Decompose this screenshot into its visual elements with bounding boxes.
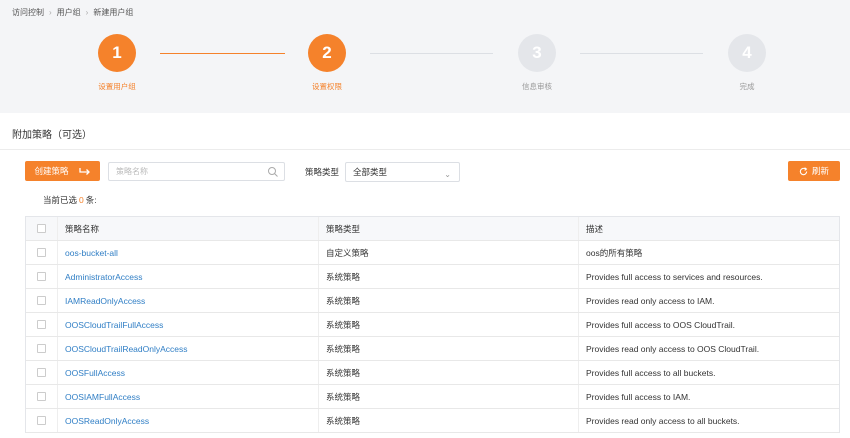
policy-name-link[interactable]: OOSCloudTrailReadOnlyAccess [58,337,319,360]
chevron-right-icon: › [85,8,89,17]
policy-type-select[interactable]: 全部类型 ⌄ [345,162,460,182]
step-2: 2 设置权限 [287,34,367,92]
policy-desc: Provides full access to OOS CloudTrail. [586,319,735,330]
table-row[interactable]: OOSFullAccess 系统策略 Provides full access … [26,361,839,385]
policy-name-link[interactable]: OOSReadOnlyAccess [58,409,319,432]
policy-type-value: 全部类型 [353,167,388,177]
policy-name-link[interactable]: oos-bucket-all [58,241,319,264]
attach-policy-panel: 附加策略（可选） 创建策略 策略类型 全部类型 ⌄ 刷新 当前已选0条: 策略名… [0,113,850,438]
step-number: 4 [728,34,766,72]
row-check-cell [26,265,58,288]
row-check-cell [26,241,58,264]
create-policy-button[interactable]: 创建策略 [25,161,100,181]
create-policy-label: 创建策略 [34,166,69,176]
policy-type: 系统策略 [319,385,579,408]
step-label: 设置权限 [312,82,342,91]
column-header-name: 策略名称 [58,217,319,240]
select-all-cell [26,217,58,240]
breadcrumb-item-user-groups[interactable]: 用户组 [57,7,81,18]
column-header-desc: 描述 [586,223,604,234]
policy-desc: Provides full access to services and res… [586,271,763,282]
policy-type: 系统策略 [319,313,579,336]
step-label: 完成 [739,82,755,91]
chevron-right-icon: › [49,8,52,17]
selected-count-info: 当前已选 0 条: [43,194,97,206]
refresh-label: 刷新 [811,166,829,176]
policy-desc: Provides full access to IAM. [586,391,691,402]
row-checkbox[interactable] [37,392,46,401]
policy-type: 系统策略 [319,337,579,360]
policy-desc: Provides read only access to IAM. [586,295,715,306]
policy-type: 系统策略 [319,289,579,312]
table-row[interactable]: OOSIAMFullAccess 系统策略 Provides full acce… [26,385,839,409]
step-number: 2 [308,34,346,72]
row-check-cell [26,313,58,336]
row-check-cell [26,289,58,312]
breadcrumb-item-new-user-group: 新建用户组 [93,8,134,17]
row-check-cell [26,409,58,432]
select-all-checkbox[interactable] [37,224,46,233]
row-check-cell [26,361,58,384]
selected-count: 0 [79,195,84,205]
step-connector [370,53,493,54]
policy-type: 系统策略 [319,265,579,288]
policy-desc: Provides read only access to all buckets… [586,415,740,426]
policy-type-label: 策略类型 [305,167,340,177]
row-checkbox[interactable] [37,344,46,353]
table-row[interactable]: IAMReadOnlyAccess 系统策略 Provides read onl… [26,289,839,313]
panel-title: 附加策略（可选） [12,130,92,141]
chevron-down-icon: ⌄ [444,170,451,179]
breadcrumb-item-access-control[interactable]: 访问控制 [12,7,44,18]
policy-desc: Provides full access to all buckets. [586,367,716,378]
policy-type: 系统策略 [319,361,579,384]
table-row[interactable]: AdministratorAccess 系统策略 Provides full a… [26,265,839,289]
policy-search-input[interactable] [109,163,259,180]
divider [0,149,850,150]
step-label: 设置用户组 [98,82,136,91]
row-checkbox[interactable] [37,320,46,329]
step-connector [160,53,285,54]
column-header-type: 策略类型 [319,217,579,240]
step-connector [580,53,703,54]
step-number: 3 [518,34,556,72]
policy-type: 系统策略 [319,409,579,432]
breadcrumb: 访问控制 › 用户组 › 新建用户组 [12,7,133,18]
policy-search [108,162,285,181]
row-checkbox[interactable] [37,248,46,257]
search-icon[interactable] [267,166,279,178]
step-3: 3 信息审核 [497,34,577,92]
row-checkbox[interactable] [37,272,46,281]
row-check-cell [26,385,58,408]
policy-name-link[interactable]: OOSCloudTrailFullAccess [58,313,319,336]
refresh-icon [799,166,808,175]
step-label: 信息审核 [522,82,552,91]
step-4: 4 完成 [707,34,787,92]
row-checkbox[interactable] [37,296,46,305]
table-row[interactable]: OOSCloudTrailReadOnlyAccess 系统策略 Provide… [26,337,839,361]
step-1: 1 设置用户组 [77,34,157,92]
row-check-cell [26,337,58,360]
policy-name-link[interactable]: OOSFullAccess [58,361,319,384]
return-arrow-icon [78,167,90,175]
step-number: 1 [98,34,136,72]
policy-desc: Provides read only access to OOS CloudTr… [586,343,760,354]
policy-table: 策略名称 策略类型 描述 oos-bucket-all 自定义策略 oos的所有… [25,216,840,433]
row-checkbox[interactable] [37,416,46,425]
selected-suffix: 条: [85,195,97,205]
policy-type: 自定义策略 [319,241,579,264]
row-checkbox[interactable] [37,368,46,377]
policy-name-link[interactable]: OOSIAMFullAccess [58,385,319,408]
policy-desc: oos的所有策略 [586,247,643,258]
policy-name-link[interactable]: IAMReadOnlyAccess [58,289,319,312]
policy-name-link[interactable]: AdministratorAccess [58,265,319,288]
refresh-button[interactable]: 刷新 [788,161,840,181]
selected-prefix: 当前已选 [43,195,78,205]
table-row[interactable]: OOSCloudTrailFullAccess 系统策略 Provides fu… [26,313,839,337]
table-header: 策略名称 策略类型 描述 [26,217,839,241]
wizard-steps: 1 设置用户组 2 设置权限 3 信息审核 4 完成 [0,34,850,104]
table-row[interactable]: OOSReadOnlyAccess 系统策略 Provides read onl… [26,409,839,433]
table-row[interactable]: oos-bucket-all 自定义策略 oos的所有策略 [26,241,839,265]
